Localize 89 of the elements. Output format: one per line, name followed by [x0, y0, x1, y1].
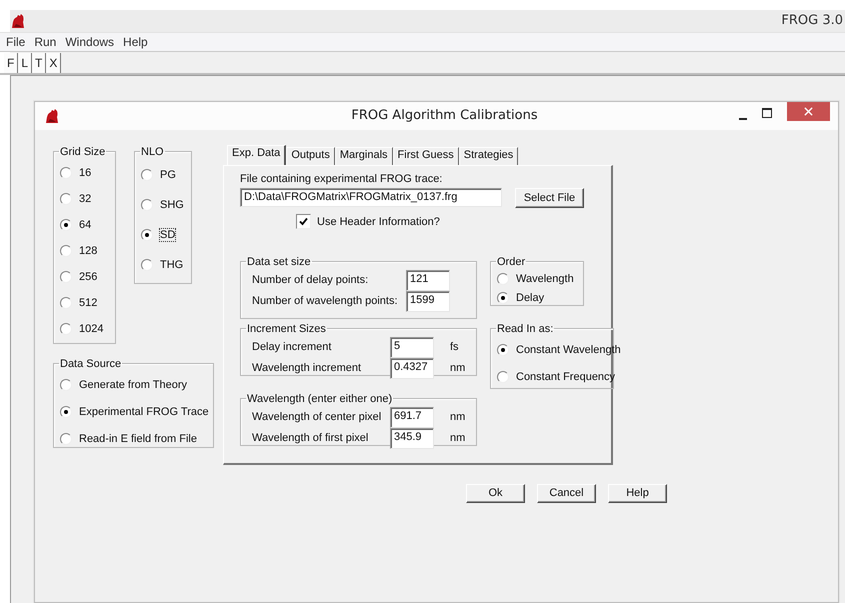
group-label: Order [496, 256, 526, 268]
dialog-button[interactable]: Cancel [537, 484, 596, 503]
radio-label[interactable]: PG [160, 168, 176, 181]
tab[interactable]: Marginals [334, 146, 393, 165]
group-label: Wavelength (enter either one) [246, 392, 394, 405]
minimize-icon[interactable] [739, 118, 747, 120]
number-field[interactable]: 691.7 [390, 406, 434, 428]
radio-label[interactable]: 512 [79, 296, 98, 309]
unit-label: nm [450, 432, 466, 444]
group-label: Read In as: [496, 322, 554, 335]
dialog-icon [44, 108, 60, 124]
tab[interactable]: First Guess [392, 146, 459, 165]
number-field[interactable]: 345.9 [390, 428, 434, 449]
tab[interactable]: Exp. Data [227, 144, 286, 165]
tab[interactable]: Outputs [286, 146, 335, 165]
radio-button[interactable] [497, 344, 509, 356]
toolbar-button[interactable]: L [18, 52, 32, 73]
menu-item[interactable]: Run [34, 34, 56, 49]
toolbar-button[interactable]: F [4, 52, 18, 73]
tab[interactable]: Strategies [458, 146, 518, 165]
group-label: Increment Sizes [246, 322, 327, 335]
radio-button[interactable] [60, 379, 72, 392]
radio-button[interactable] [60, 244, 72, 257]
radio-label[interactable]: Delay [516, 292, 544, 304]
radio-label[interactable]: THG [160, 258, 184, 271]
radio-button[interactable] [497, 292, 509, 304]
radio-label[interactable]: 16 [79, 166, 92, 179]
field-label: Wavelength of first pixel [252, 432, 370, 444]
file-path-field[interactable]: D:\Data\FROGMatrix\FROGMatrix_0137.frg [240, 188, 502, 208]
field-label: Wavelength of center pixel [252, 411, 382, 424]
unit-label: fs [450, 341, 459, 354]
checkbox-label[interactable]: Use Header Information? [317, 216, 440, 228]
radio-label[interactable]: Generate from Theory [79, 379, 188, 392]
field-label: File containing experimental FROG trace: [240, 172, 444, 187]
menu-item[interactable]: Help [123, 34, 148, 49]
radio-button[interactable] [60, 433, 72, 446]
radio-button[interactable] [141, 258, 153, 271]
group-label: Grid Size [59, 146, 106, 158]
maximize-icon[interactable] [762, 108, 772, 118]
select-file-button[interactable]: Select File [515, 188, 584, 208]
radio-label[interactable]: Constant Wavelength [516, 344, 621, 356]
number-field[interactable]: 0.4327 [390, 358, 434, 379]
field-label: Number of delay points: [252, 274, 370, 286]
radio-label[interactable]: Experimental FROG Trace [79, 406, 209, 418]
radio-button[interactable] [60, 322, 72, 335]
field-label: Number of wavelength points: [252, 295, 399, 308]
radio-label[interactable]: Constant Frequency [516, 371, 616, 384]
field-label: Wavelength increment [252, 362, 362, 374]
checkbox[interactable] [296, 214, 311, 230]
radio-label[interactable]: SHG [160, 198, 184, 211]
dialog-button[interactable]: Ok [466, 484, 525, 503]
dialog-title: FROG Algorithm Calibrations [350, 108, 539, 124]
app-icon [10, 12, 26, 29]
unit-label: nm [450, 362, 466, 374]
radio-button[interactable] [60, 406, 72, 418]
close-button[interactable] [787, 102, 830, 122]
window-title: FROG 3.0 [781, 13, 843, 28]
dialog-button[interactable]: Help [608, 484, 667, 503]
radio-label[interactable]: 64 [79, 218, 92, 231]
radio-button[interactable] [141, 228, 153, 241]
group-label: NLO [140, 146, 165, 158]
close-icon [804, 107, 813, 116]
radio-button[interactable] [60, 192, 72, 205]
toolbar-button[interactable]: X [46, 52, 62, 73]
radio-label[interactable]: 128 [79, 244, 98, 257]
radio-button[interactable] [497, 273, 509, 286]
radio-label[interactable]: Read-in E field from File [79, 433, 197, 446]
radio-button[interactable] [497, 371, 509, 384]
radio-label[interactable]: 256 [79, 270, 98, 283]
group-label: Data Source [59, 358, 122, 370]
radio-button[interactable] [141, 198, 153, 211]
number-field[interactable]: 121 [406, 270, 450, 291]
toolbar-button[interactable]: T [32, 52, 46, 73]
radio-button[interactable] [60, 166, 72, 179]
menu-item[interactable]: File [6, 34, 26, 49]
radio-label[interactable]: Wavelength [516, 273, 574, 286]
radio-label[interactable]: 1024 [79, 322, 104, 335]
radio-label[interactable]: 32 [79, 192, 92, 205]
number-field[interactable]: 1599 [406, 290, 450, 312]
unit-label: nm [450, 411, 466, 424]
radio-button[interactable] [60, 296, 72, 309]
radio-button[interactable] [60, 218, 72, 231]
group-label: Data set size [246, 256, 312, 268]
radio-button[interactable] [60, 270, 72, 283]
radio-label[interactable]: SD [160, 228, 176, 241]
radio-button[interactable] [141, 168, 153, 181]
menu-item[interactable]: Windows [65, 34, 114, 49]
field-label: Delay increment [252, 341, 332, 354]
number-field[interactable]: 5 [390, 336, 434, 358]
